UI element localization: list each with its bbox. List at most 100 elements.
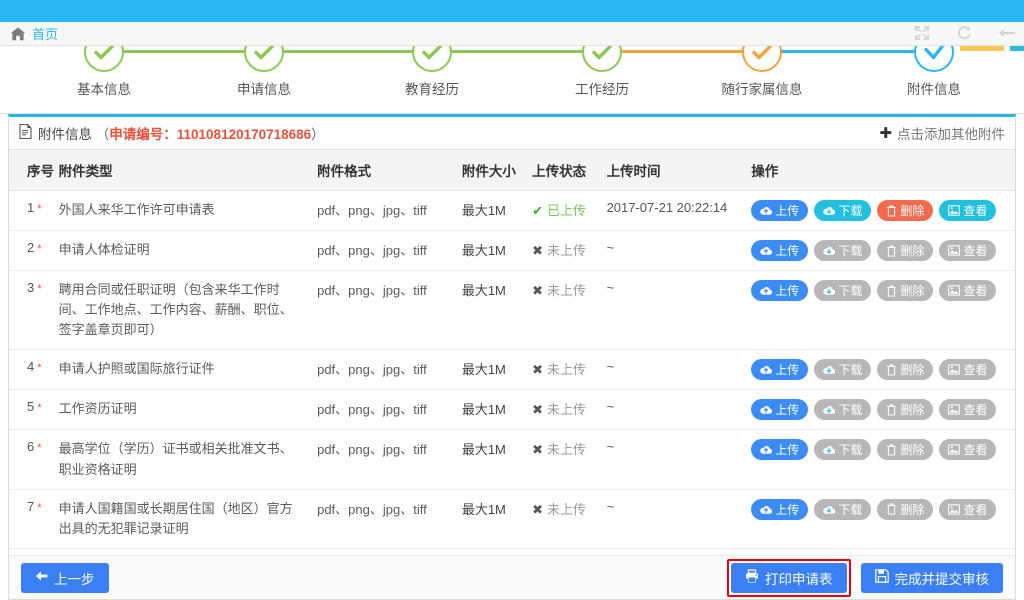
view-button: 查看	[939, 359, 996, 380]
cell-time: ~	[607, 231, 752, 271]
step-item-1[interactable]: 基本信息	[19, 46, 189, 98]
step-check-circle	[742, 46, 782, 72]
attachment-panel: 附件信息 （申请编号：110108120170718686） ✚ 点击添加其他附…	[8, 114, 1016, 600]
submit-review-button[interactable]: 完成并提交审核	[861, 563, 1004, 593]
image-icon	[948, 364, 960, 375]
view-button-label: 查看	[963, 401, 987, 418]
required-asterisk: *	[37, 362, 41, 374]
delete-button-label: 删除	[900, 282, 924, 299]
table-header-row: 序号 附件类型 附件格式 附件大小 上传状态 上传时间 操作	[9, 150, 1015, 191]
trash-icon	[886, 364, 897, 376]
breadcrumb-home-link[interactable]: 首页	[32, 24, 58, 43]
upload-button[interactable]: 上传	[751, 399, 808, 420]
step-connector-1	[104, 50, 264, 53]
upload-button[interactable]: 上传	[751, 240, 808, 261]
step-connector-5	[762, 50, 934, 53]
table-body: 1*外国人来华工作许可申请表pdf、png、jpg、tiff最大1M✔已上传20…	[9, 191, 1015, 549]
cell-time: ~	[607, 489, 752, 548]
document-icon	[19, 124, 32, 142]
upload-time-text: ~	[607, 359, 615, 374]
view-button: 查看	[939, 240, 996, 261]
download-button-label: 下载	[838, 501, 862, 518]
cell-time: ~	[607, 390, 752, 430]
cell-size: 最大1M	[462, 271, 532, 350]
table-row: 1*外国人来华工作许可申请表pdf、png、jpg、tiff最大1M✔已上传20…	[9, 191, 1015, 231]
attachment-type-text: 外国人来华工作许可申请表	[59, 200, 317, 220]
save-icon	[875, 569, 889, 586]
download-button-label: 下载	[838, 361, 862, 378]
upload-status-badge: ✖未上传	[532, 442, 586, 457]
step-connector-2	[264, 50, 432, 53]
cell-actions: 上传下载删除查看	[751, 231, 1015, 271]
delete-button-label: 删除	[900, 441, 924, 458]
add-other-attachment-label: 点击添加其他附件	[897, 123, 1005, 143]
cell-format: pdf、png、jpg、tiff	[317, 350, 462, 390]
delete-button-label: 删除	[900, 501, 924, 518]
required-asterisk: *	[37, 402, 41, 414]
status-icon: ✖	[532, 362, 543, 377]
refresh-icon[interactable]	[956, 25, 972, 43]
step-item-5[interactable]: 随行家属信息	[677, 46, 847, 98]
add-other-attachment-button[interactable]: ✚ 点击添加其他附件	[879, 123, 1005, 143]
attachment-size-text: 最大1M	[462, 402, 506, 417]
cloud-download-icon	[823, 504, 835, 515]
attachment-format-text: pdf、png、jpg、tiff	[317, 362, 427, 377]
cell-type: 申请人体检证明	[59, 231, 317, 271]
download-button-label: 下载	[838, 282, 862, 299]
cloud-upload-icon	[760, 285, 772, 296]
upload-status-badge: ✖未上传	[532, 243, 586, 258]
cell-size: 最大1M	[462, 489, 532, 548]
trash-icon	[886, 245, 897, 257]
home-icon	[10, 27, 26, 41]
step-item-2[interactable]: 申请信息	[179, 46, 349, 98]
upload-button-label: 上传	[775, 501, 799, 518]
upload-status-text: 未上传	[547, 402, 586, 417]
table-row: 4*申请人护照或国际旅行证件pdf、png、jpg、tiff最大1M✖未上传~上…	[9, 350, 1015, 390]
download-button[interactable]: 下载	[814, 200, 871, 221]
cell-no: 4*	[9, 350, 59, 390]
step-label: 工作经历	[517, 78, 687, 98]
row-action-group: 上传下载删除查看	[751, 399, 1015, 420]
step-item-3[interactable]: 教育经历	[347, 46, 517, 98]
upload-button[interactable]: 上传	[751, 499, 808, 520]
submit-review-label: 完成并提交审核	[895, 568, 990, 588]
upload-status-text: 未上传	[547, 283, 586, 298]
upload-button[interactable]: 上传	[751, 439, 808, 460]
print-application-button[interactable]: 打印申请表	[731, 563, 847, 593]
print-button-highlight: 打印申请表	[727, 559, 851, 597]
image-icon	[948, 245, 960, 256]
cell-status: ✖ 未上传	[532, 390, 606, 430]
upload-button[interactable]: 上传	[751, 280, 808, 301]
delete-button: 删除	[877, 399, 933, 420]
cell-status: ✖未上传	[532, 271, 606, 350]
upload-button[interactable]: 上传	[751, 359, 808, 380]
cell-time: ~	[607, 271, 752, 350]
back-arrow-icon[interactable]	[998, 25, 1016, 43]
cloud-download-icon	[823, 364, 835, 375]
delete-button-label: 删除	[900, 401, 924, 418]
attachment-type-text: 聘用合同或任职证明（包含来华工作时间、工作地点、工作内容、薪酬、职位、签字盖章页…	[59, 280, 317, 340]
view-button: 查看	[939, 399, 996, 420]
table-header: 序号 附件类型 附件格式 附件大小 上传状态 上传时间 操作	[9, 150, 1015, 191]
trash-icon	[886, 444, 897, 456]
delete-button[interactable]: 删除	[877, 200, 933, 221]
view-button[interactable]: 查看	[939, 200, 996, 221]
view-button-label: 查看	[963, 501, 987, 518]
prev-step-button[interactable]: 上一步	[21, 563, 109, 593]
required-asterisk: *	[37, 442, 41, 454]
attachment-type-text: 申请人护照或国际旅行证件	[59, 359, 317, 379]
step-item-4[interactable]: 工作经历	[517, 46, 687, 98]
footer-right-actions: 打印申请表 完成并提交审核	[727, 559, 1003, 597]
upload-status-text: 未上传	[547, 243, 586, 258]
cell-type: 工作资历证明	[59, 390, 317, 430]
table-row: 5*工作资历证明pdf、png、jpg、tiff最大1M✖未上传~上传下载删除查…	[9, 390, 1015, 430]
step-item-6-current[interactable]: 附件信息	[849, 46, 1019, 98]
row-number: 7	[27, 499, 34, 514]
upload-button[interactable]: 上传	[751, 200, 808, 221]
status-icon: ✖	[532, 402, 543, 417]
cell-time: ~	[607, 430, 752, 489]
download-button: 下载	[814, 240, 871, 261]
upload-status-badge: ✖未上传	[532, 502, 586, 517]
fullscreen-icon[interactable]	[914, 25, 930, 43]
cloud-download-icon	[823, 205, 835, 216]
